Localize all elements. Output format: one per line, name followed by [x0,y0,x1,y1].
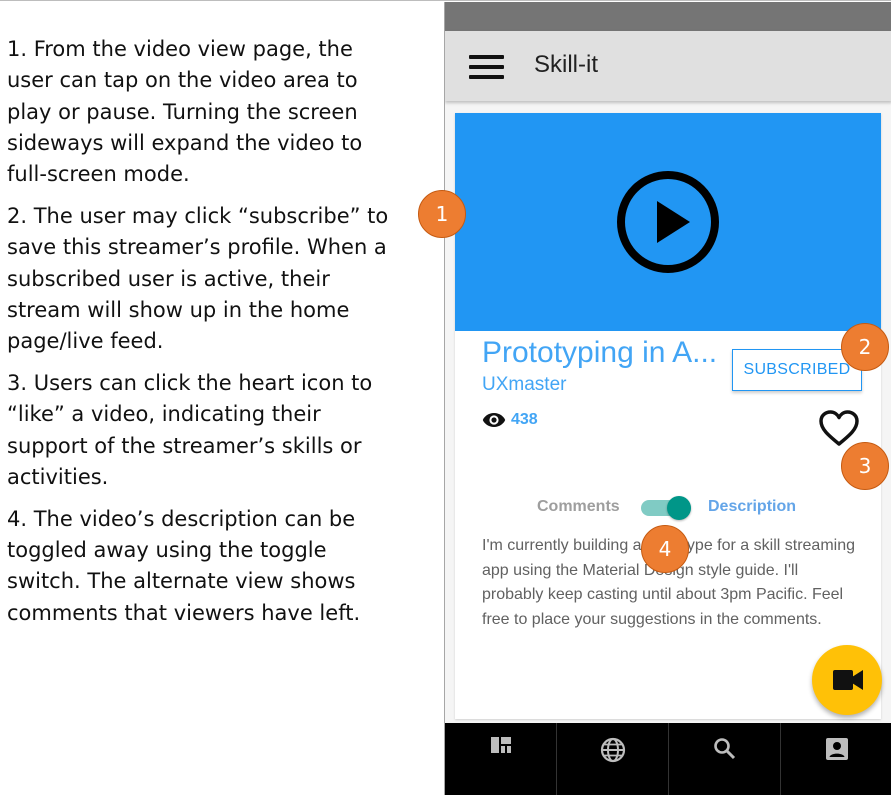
callout-badge-3: 3 [841,442,889,490]
nav-search[interactable] [668,723,780,795]
nav-dashboard[interactable] [445,723,556,795]
search-icon [713,738,735,760]
instruction-3: 3. Users can click the heart icon to “li… [7,370,373,489]
video-title: Prototyping in A... [482,336,718,369]
dashboard-icon [490,737,511,753]
record-fab[interactable] [812,645,882,715]
toggle-thumb[interactable] [667,496,691,520]
instruction-1: 1. From the video view page, the user ca… [7,37,363,187]
callout-badge-1: 1 [418,190,466,238]
instructions-panel: 1. From the video view page, the user ca… [7,34,402,639]
nav-explore[interactable] [556,723,668,795]
menu-icon[interactable] [469,55,504,79]
nav-profile[interactable] [780,723,891,795]
instruction-2: 2. The user may click “subscribe” to sav… [7,203,389,354]
view-count-row: 438 [482,408,538,432]
video-player[interactable] [455,113,881,331]
description-label[interactable]: Description [708,498,796,516]
author-name[interactable]: UXmaster [482,374,566,396]
globe-icon [600,737,625,763]
bottom-nav [445,723,891,795]
heart-icon[interactable] [818,409,860,447]
instruction-4: 4. The video’s description can be toggle… [7,506,361,625]
comments-label[interactable]: Comments [537,498,620,516]
phone-screen: Skill-it Prototyping in A... UXmaster SU… [444,2,891,795]
status-bar [445,2,891,31]
eye-icon [482,413,506,427]
app-bar: Skill-it [445,31,891,101]
callout-badge-4: 4 [641,525,689,573]
app-title: Skill-it [534,51,598,78]
description-toggle-switch[interactable] [641,496,693,520]
view-count: 438 [511,411,538,428]
top-divider [0,0,891,1]
callout-badge-2: 2 [841,323,889,371]
account-box-icon [825,738,848,760]
view-toggle-row: Comments Description [455,496,881,520]
play-icon[interactable] [615,169,721,275]
video-card: Prototyping in A... UXmaster SUBSCRIBED … [455,113,881,719]
videocam-icon [833,670,863,690]
